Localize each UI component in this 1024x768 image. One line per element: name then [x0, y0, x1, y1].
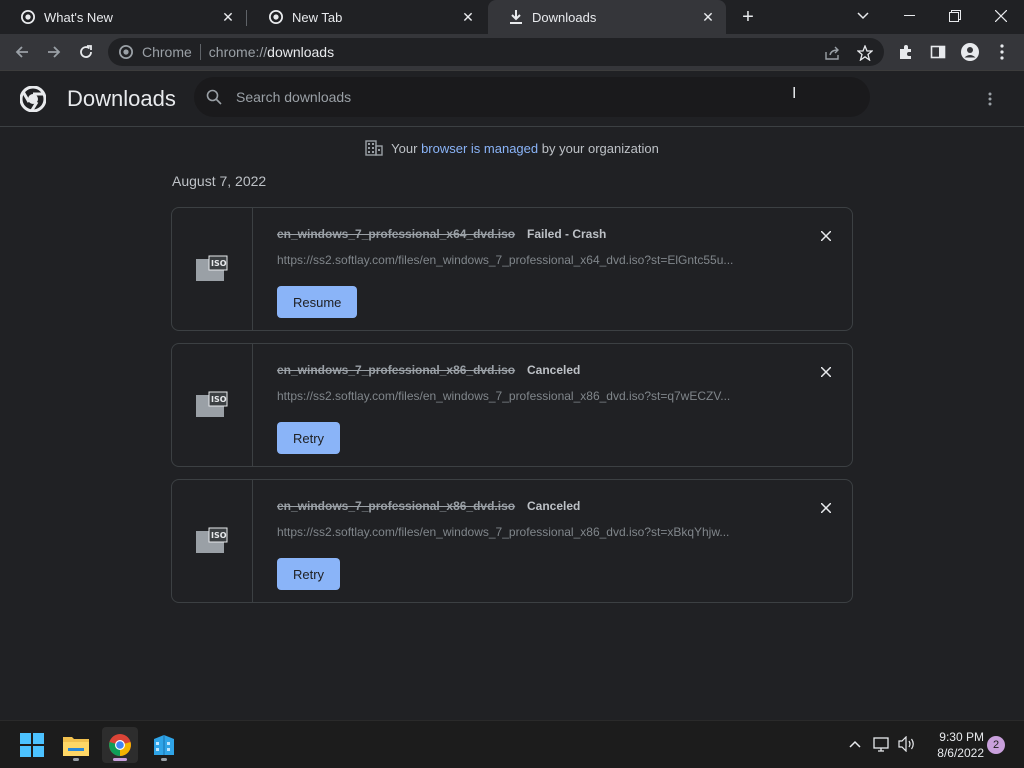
tab-strip: What's New ✕ New Tab ✕ Downloads ✕ + [0, 0, 1024, 34]
notification-badge[interactable]: 2 [987, 736, 1005, 754]
building-icon [365, 140, 383, 159]
running-indicator [73, 758, 79, 761]
text-cursor-icon: I [792, 85, 797, 102]
iso-file-icon: ISO [196, 255, 228, 281]
download-url[interactable]: https://ss2.softlay.com/files/en_windows… [277, 253, 777, 267]
clock-time: 9:30 PM [939, 730, 984, 744]
svg-text:ISO: ISO [211, 531, 227, 540]
download-filename[interactable]: en_windows_7_professional_x64_dvd.iso [277, 227, 515, 241]
download-filename[interactable]: en_windows_7_professional_x86_dvd.iso [277, 499, 515, 513]
retry-button[interactable]: Retry [277, 422, 341, 454]
restore-button[interactable] [932, 0, 978, 32]
active-indicator [113, 758, 127, 761]
managed-text-prefix: Your [391, 140, 418, 156]
tab-new-tab[interactable]: New Tab ✕ [248, 0, 486, 34]
clock-date: 8/6/2022 [937, 746, 984, 760]
close-tab-icon[interactable]: ✕ [698, 7, 718, 27]
chrome-logo-icon [19, 85, 47, 113]
chrome-menu-icon[interactable] [988, 38, 1016, 66]
app-building-icon [154, 735, 174, 755]
download-item: ISO en_windows_7_professional_x86_dvd.is… [171, 343, 853, 467]
address-bar[interactable]: Chrome chrome://downloads [108, 38, 884, 66]
chrome-icon [109, 734, 131, 756]
search-icon [206, 89, 222, 105]
tab-downloads[interactable]: Downloads ✕ [488, 0, 726, 34]
iso-file-icon: ISO [196, 527, 228, 553]
back-button[interactable] [8, 38, 36, 66]
date-group-label: August 7, 2022 [172, 173, 267, 189]
url-text: chrome://downloads [208, 44, 335, 60]
managed-text-suffix: by your organization [541, 140, 659, 156]
show-hidden-icons-chevron-up-icon[interactable] [844, 733, 866, 755]
start-button[interactable] [14, 727, 50, 763]
file-icon-column: ISO [172, 480, 253, 602]
remove-item-icon[interactable] [816, 362, 836, 382]
azure-app-button[interactable] [146, 727, 182, 763]
browser-toolbar: Chrome chrome://downloads [0, 34, 1024, 71]
download-item: ISO en_windows_7_professional_x64_dvd.is… [171, 207, 853, 331]
close-tab-icon[interactable]: ✕ [218, 7, 238, 27]
chrome-icon [20, 9, 36, 25]
tab-label: Downloads [532, 9, 597, 25]
close-tab-icon[interactable]: ✕ [458, 7, 478, 27]
managed-notice: Your browser is managed by your organiza… [0, 140, 1024, 159]
download-status: Canceled [527, 363, 581, 377]
file-icon-column: ISO [172, 344, 253, 466]
minimize-button[interactable] [886, 0, 932, 32]
windows-logo-icon [20, 733, 44, 757]
svg-text:ISO: ISO [211, 395, 227, 404]
bookmark-star-icon[interactable] [856, 44, 874, 62]
tab-label: New Tab [292, 9, 343, 25]
share-icon[interactable] [824, 44, 842, 62]
new-tab-button[interactable]: + [736, 5, 760, 29]
chrome-icon [268, 9, 284, 25]
download-filename[interactable]: en_windows_7_professional_x86_dvd.iso [277, 363, 515, 377]
resume-button[interactable]: Resume [277, 286, 358, 318]
download-status: Failed - Crash [527, 227, 607, 241]
file-icon-column: ISO [172, 208, 253, 330]
tab-divider [246, 10, 247, 26]
volume-icon[interactable] [896, 733, 918, 755]
download-icon [508, 9, 524, 25]
profile-avatar-icon[interactable] [956, 38, 984, 66]
tab-label: What's New [44, 9, 113, 25]
tab-search-button[interactable] [840, 0, 886, 32]
reload-button[interactable] [72, 38, 100, 66]
search-input[interactable] [236, 89, 870, 105]
folder-icon [63, 737, 89, 756]
iso-file-icon: ISO [196, 391, 228, 417]
running-indicator [161, 758, 167, 761]
forward-button[interactable] [40, 38, 68, 66]
tab-whats-new[interactable]: What's New ✕ [0, 0, 246, 34]
downloads-header: Downloads I [0, 71, 1024, 127]
system-clock[interactable]: 9:30 PM 8/6/2022 [928, 729, 984, 761]
side-panel-icon[interactable] [924, 38, 952, 66]
retry-button[interactable]: Retry [277, 558, 341, 590]
remove-item-icon[interactable] [816, 498, 836, 518]
download-status: Canceled [527, 499, 581, 513]
page-title: Downloads [67, 86, 176, 111]
download-item: ISO en_windows_7_professional_x86_dvd.is… [171, 479, 853, 603]
file-explorer-button[interactable] [58, 727, 94, 763]
more-actions-icon[interactable] [978, 87, 1002, 111]
extensions-puzzle-icon[interactable] [892, 38, 920, 66]
omnibox-divider [199, 44, 201, 60]
search-box[interactable] [194, 77, 870, 117]
chrome-taskbar-button[interactable] [102, 727, 138, 763]
windows-taskbar: 9:30 PM 8/6/2022 2 [0, 720, 1024, 768]
managed-link[interactable]: browser is managed [421, 141, 538, 156]
close-window-button[interactable] [978, 0, 1024, 32]
download-url[interactable]: https://ss2.softlay.com/files/en_windows… [277, 389, 777, 403]
chrome-icon [118, 44, 134, 60]
download-url[interactable]: https://ss2.softlay.com/files/en_windows… [277, 525, 777, 539]
svg-text:ISO: ISO [211, 259, 227, 268]
network-icon[interactable] [871, 733, 893, 755]
remove-item-icon[interactable] [816, 226, 836, 246]
site-chip-label: Chrome [142, 44, 192, 60]
